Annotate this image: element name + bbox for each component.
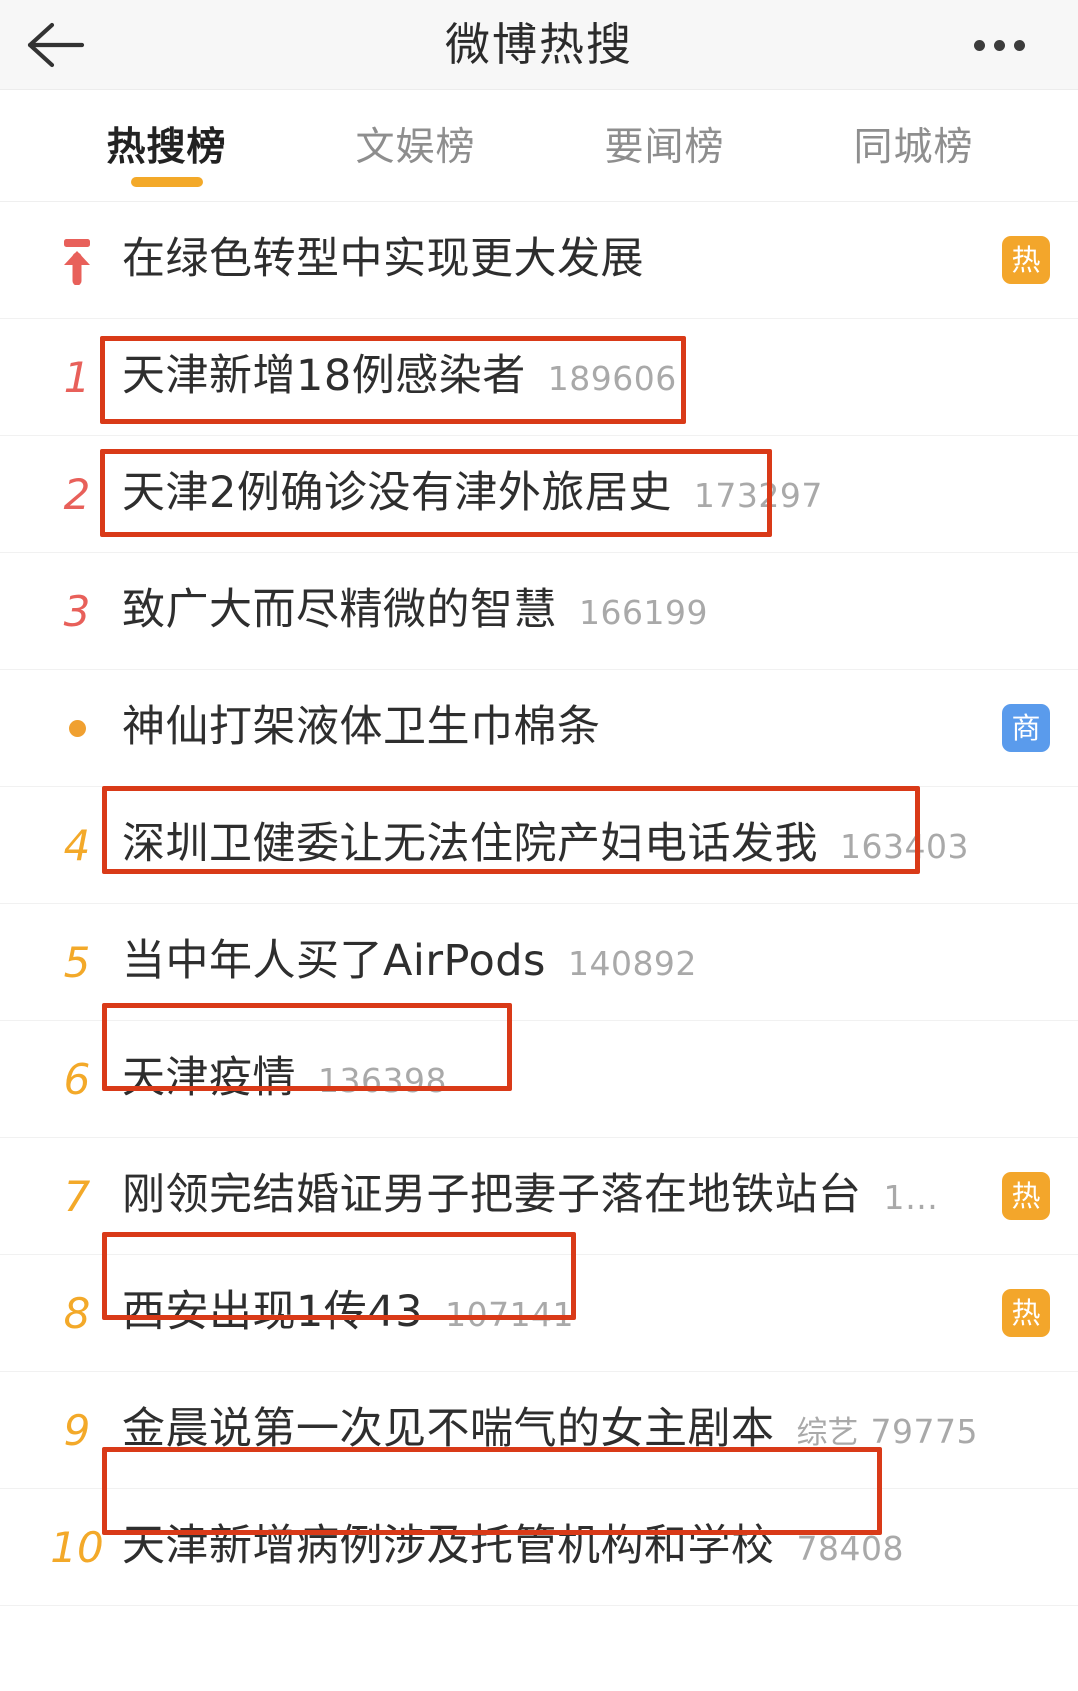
list-item-body: 天津新增18例感染者 189606 bbox=[116, 353, 984, 401]
list-item-count: 189606 bbox=[547, 359, 677, 399]
list-item-title[interactable]: 天津疫情 bbox=[122, 1055, 296, 1103]
list-item-body: 天津新增病例涉及托管机构和学校 78408 bbox=[116, 1523, 984, 1571]
list-item-rank: 9 bbox=[63, 1405, 91, 1455]
list-item[interactable]: 2 天津2例确诊没有津外旅居史 173297 bbox=[0, 436, 1078, 553]
list-item-rank: 8 bbox=[63, 1288, 91, 1338]
list-item-rank: 10 bbox=[50, 1522, 104, 1572]
tab-label: 热搜榜 bbox=[106, 125, 227, 170]
tab-entertainment[interactable]: 文娱榜 bbox=[291, 90, 540, 201]
list-item-body: 神仙打架液体卫生巾棉条 bbox=[116, 704, 984, 752]
list-item-body: 深圳卫健委让无法住院产妇电话发我 163403 bbox=[116, 821, 984, 869]
list-item-badge-area: 热 bbox=[984, 1289, 1050, 1337]
list-item-body: 在绿色转型中实现更大发展 bbox=[116, 236, 984, 284]
tab-active-underline bbox=[629, 177, 701, 187]
list-item-rank: 5 bbox=[63, 937, 91, 987]
list-item-category: 综艺 bbox=[796, 1415, 859, 1452]
list-item[interactable]: 5 当中年人买了AirPods 140892 bbox=[0, 904, 1078, 1021]
list-item-count: 107141 bbox=[445, 1295, 575, 1335]
tab-active-underline bbox=[130, 177, 203, 187]
list-item-badge-area: 商 bbox=[984, 704, 1050, 752]
app-header: 微博热搜 bbox=[0, 0, 1078, 90]
dot-icon bbox=[38, 719, 116, 737]
list-item[interactable]: 10 天津新增病例涉及托管机构和学校 78408 bbox=[0, 1489, 1078, 1606]
list-item-ad[interactable]: 神仙打架液体卫生巾棉条 商 bbox=[0, 670, 1078, 787]
list-item[interactable]: 9 金晨说第一次见不喘气的女主剧本 综艺 79775 bbox=[0, 1372, 1078, 1489]
tab-local[interactable]: 同城榜 bbox=[789, 90, 1038, 201]
list-item-title[interactable]: 神仙打架液体卫生巾棉条 bbox=[122, 704, 601, 752]
back-button[interactable] bbox=[0, 0, 110, 90]
list-item-body: 金晨说第一次见不喘气的女主剧本 综艺 79775 bbox=[116, 1406, 984, 1454]
list-item-body: 刚领完结婚证男子把妻子落在地铁站台 1… bbox=[116, 1172, 984, 1220]
list-item-body: 致广大而尽精微的智慧 166199 bbox=[116, 587, 984, 635]
list-item-title[interactable]: 深圳卫健委让无法住院产妇电话发我 bbox=[122, 821, 818, 869]
list-item[interactable]: 8 西安出现1传43 107141 热 bbox=[0, 1255, 1078, 1372]
list-item[interactable]: 1 天津新增18例感染者 189606 bbox=[0, 319, 1078, 436]
status-badge-hot: 热 bbox=[1002, 1289, 1050, 1337]
list-item-body: 当中年人买了AirPods 140892 bbox=[116, 938, 984, 986]
list-item-body: 西安出现1传43 107141 bbox=[116, 1289, 984, 1337]
more-horizontal-icon bbox=[1013, 39, 1025, 51]
tab-label: 文娱榜 bbox=[355, 125, 476, 170]
more-options-button[interactable] bbox=[954, 0, 1044, 90]
list-item-badge-area: 热 bbox=[984, 1172, 1050, 1220]
list-item-rank: 6 bbox=[63, 1054, 91, 1104]
status-badge-ad: 商 bbox=[1002, 704, 1050, 752]
list-item-rank: 4 bbox=[63, 820, 91, 870]
weibo-hot-search-screen: 微博热搜 热搜榜 文娱榜 要闻榜 同城榜 在绿色转型中实现更大发展 热 1 天津… bbox=[0, 0, 1078, 1691]
list-item-body: 天津疫情 136398 bbox=[116, 1055, 984, 1103]
pin-top-icon bbox=[38, 235, 116, 285]
tab-active-underline bbox=[380, 177, 452, 187]
list-item-title[interactable]: 刚领完结婚证男子把妻子落在地铁站台 bbox=[122, 1172, 862, 1220]
hot-search-list: 在绿色转型中实现更大发展 热 1 天津新增18例感染者 189606 2 天津2… bbox=[0, 202, 1078, 1691]
arrow-left-icon bbox=[24, 21, 86, 69]
dot-marker bbox=[68, 719, 86, 737]
status-badge-hot: 热 bbox=[1002, 1172, 1050, 1220]
list-item-count: 1… bbox=[883, 1178, 939, 1218]
tab-label: 要闻榜 bbox=[604, 125, 725, 170]
list-item-count: 136398 bbox=[318, 1061, 447, 1101]
list-item-rank: 1 bbox=[63, 352, 91, 402]
list-item-title[interactable]: 致广大而尽精微的智慧 bbox=[122, 587, 557, 635]
list-item-title[interactable]: 天津新增病例涉及托管机构和学校 bbox=[122, 1523, 775, 1571]
list-item[interactable]: 7 刚领完结婚证男子把妻子落在地铁站台 1… 热 bbox=[0, 1138, 1078, 1255]
list-item-rank: 7 bbox=[63, 1171, 91, 1221]
list-item-badge-area: 热 bbox=[984, 236, 1050, 284]
list-item-title[interactable]: 天津2例确诊没有津外旅居史 bbox=[122, 470, 672, 518]
list-item[interactable]: 3 致广大而尽精微的智慧 166199 bbox=[0, 553, 1078, 670]
tab-news[interactable]: 要闻榜 bbox=[540, 90, 789, 201]
list-item-count: 166199 bbox=[579, 593, 708, 633]
list-item[interactable]: 6 天津疫情 136398 bbox=[0, 1021, 1078, 1138]
status-badge-hot: 热 bbox=[1002, 236, 1050, 284]
list-item-rank: 3 bbox=[63, 586, 91, 636]
list-item-body: 天津2例确诊没有津外旅居史 173297 bbox=[116, 470, 984, 518]
more-horizontal-icon bbox=[993, 39, 1005, 51]
more-horizontal-icon bbox=[973, 39, 985, 51]
page-title: 微博热搜 bbox=[444, 17, 633, 71]
list-item-count: 173297 bbox=[693, 476, 823, 516]
list-item-title[interactable]: 西安出现1传43 bbox=[122, 1289, 423, 1337]
list-item[interactable]: 4 深圳卫健委让无法住院产妇电话发我 163403 bbox=[0, 787, 1078, 904]
tab-hot-search[interactable]: 热搜榜 bbox=[42, 90, 291, 201]
list-item-title[interactable]: 当中年人买了AirPods bbox=[122, 938, 546, 986]
list-item-title[interactable]: 金晨说第一次见不喘气的女主剧本 bbox=[122, 1406, 775, 1454]
tab-label: 同城榜 bbox=[853, 125, 974, 170]
list-item-count: 78408 bbox=[796, 1529, 904, 1569]
list-item-title[interactable]: 在绿色转型中实现更大发展 bbox=[122, 236, 644, 284]
tab-bar: 热搜榜 文娱榜 要闻榜 同城榜 bbox=[0, 90, 1078, 202]
tab-active-underline bbox=[878, 177, 950, 187]
list-item-title[interactable]: 天津新增18例感染者 bbox=[122, 353, 526, 401]
list-item[interactable]: 在绿色转型中实现更大发展 热 bbox=[0, 202, 1078, 319]
list-item-count: 163403 bbox=[840, 827, 969, 867]
list-item-count: 140892 bbox=[567, 944, 697, 984]
list-item-count: 79775 bbox=[870, 1412, 978, 1452]
list-item-rank: 2 bbox=[63, 469, 91, 519]
